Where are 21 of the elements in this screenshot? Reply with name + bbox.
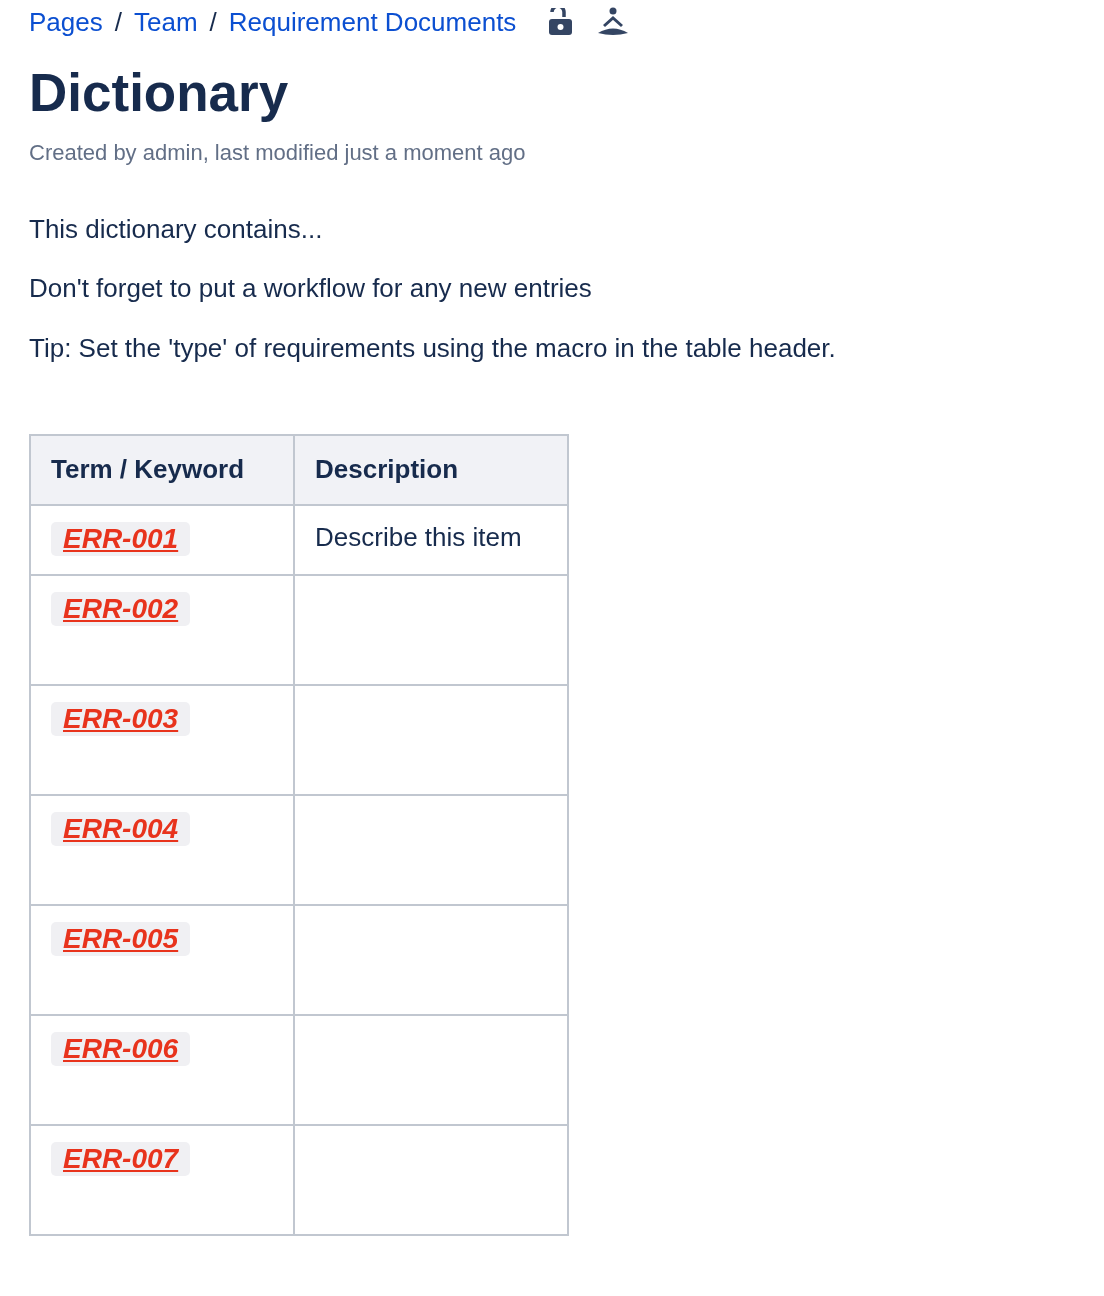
breadcrumb-separator: / — [114, 6, 122, 38]
byline: Created by admin, last modified just a moment ago — [29, 140, 527, 167]
column-header: Description — [294, 434, 568, 505]
paragraph: This dictionary contains... — [29, 214, 324, 246]
breadcrumb-link[interactable]: Requirement Documents — [228, 6, 517, 38]
term-link[interactable]: ERR-001 — [51, 521, 191, 556]
unlocked-padlock-icon[interactable] — [548, 8, 575, 36]
breadcrumb-link[interactable]: Pages — [29, 6, 103, 38]
page-title: Dictionary — [29, 64, 290, 123]
table-cell: Describe this item — [315, 521, 522, 552]
term-link[interactable]: ERR-003 — [51, 701, 191, 736]
term-link[interactable]: ERR-004 — [51, 811, 191, 846]
breadcrumb-separator: / — [209, 6, 217, 38]
paragraph: Don't forget to put a workflow for any new entries — [29, 273, 593, 305]
term-link[interactable]: ERR-002 — [51, 591, 191, 626]
paragraph: Tip: Set the 'type' of requirements using the macro in the table header. — [29, 332, 837, 364]
term-link[interactable]: ERR-006 — [51, 1031, 191, 1066]
term-link[interactable]: ERR-007 — [51, 1141, 191, 1176]
breadcrumb-link[interactable]: Team — [133, 6, 198, 38]
column-header: Term / Keyword — [30, 434, 294, 505]
term-link[interactable]: ERR-005 — [51, 921, 191, 956]
